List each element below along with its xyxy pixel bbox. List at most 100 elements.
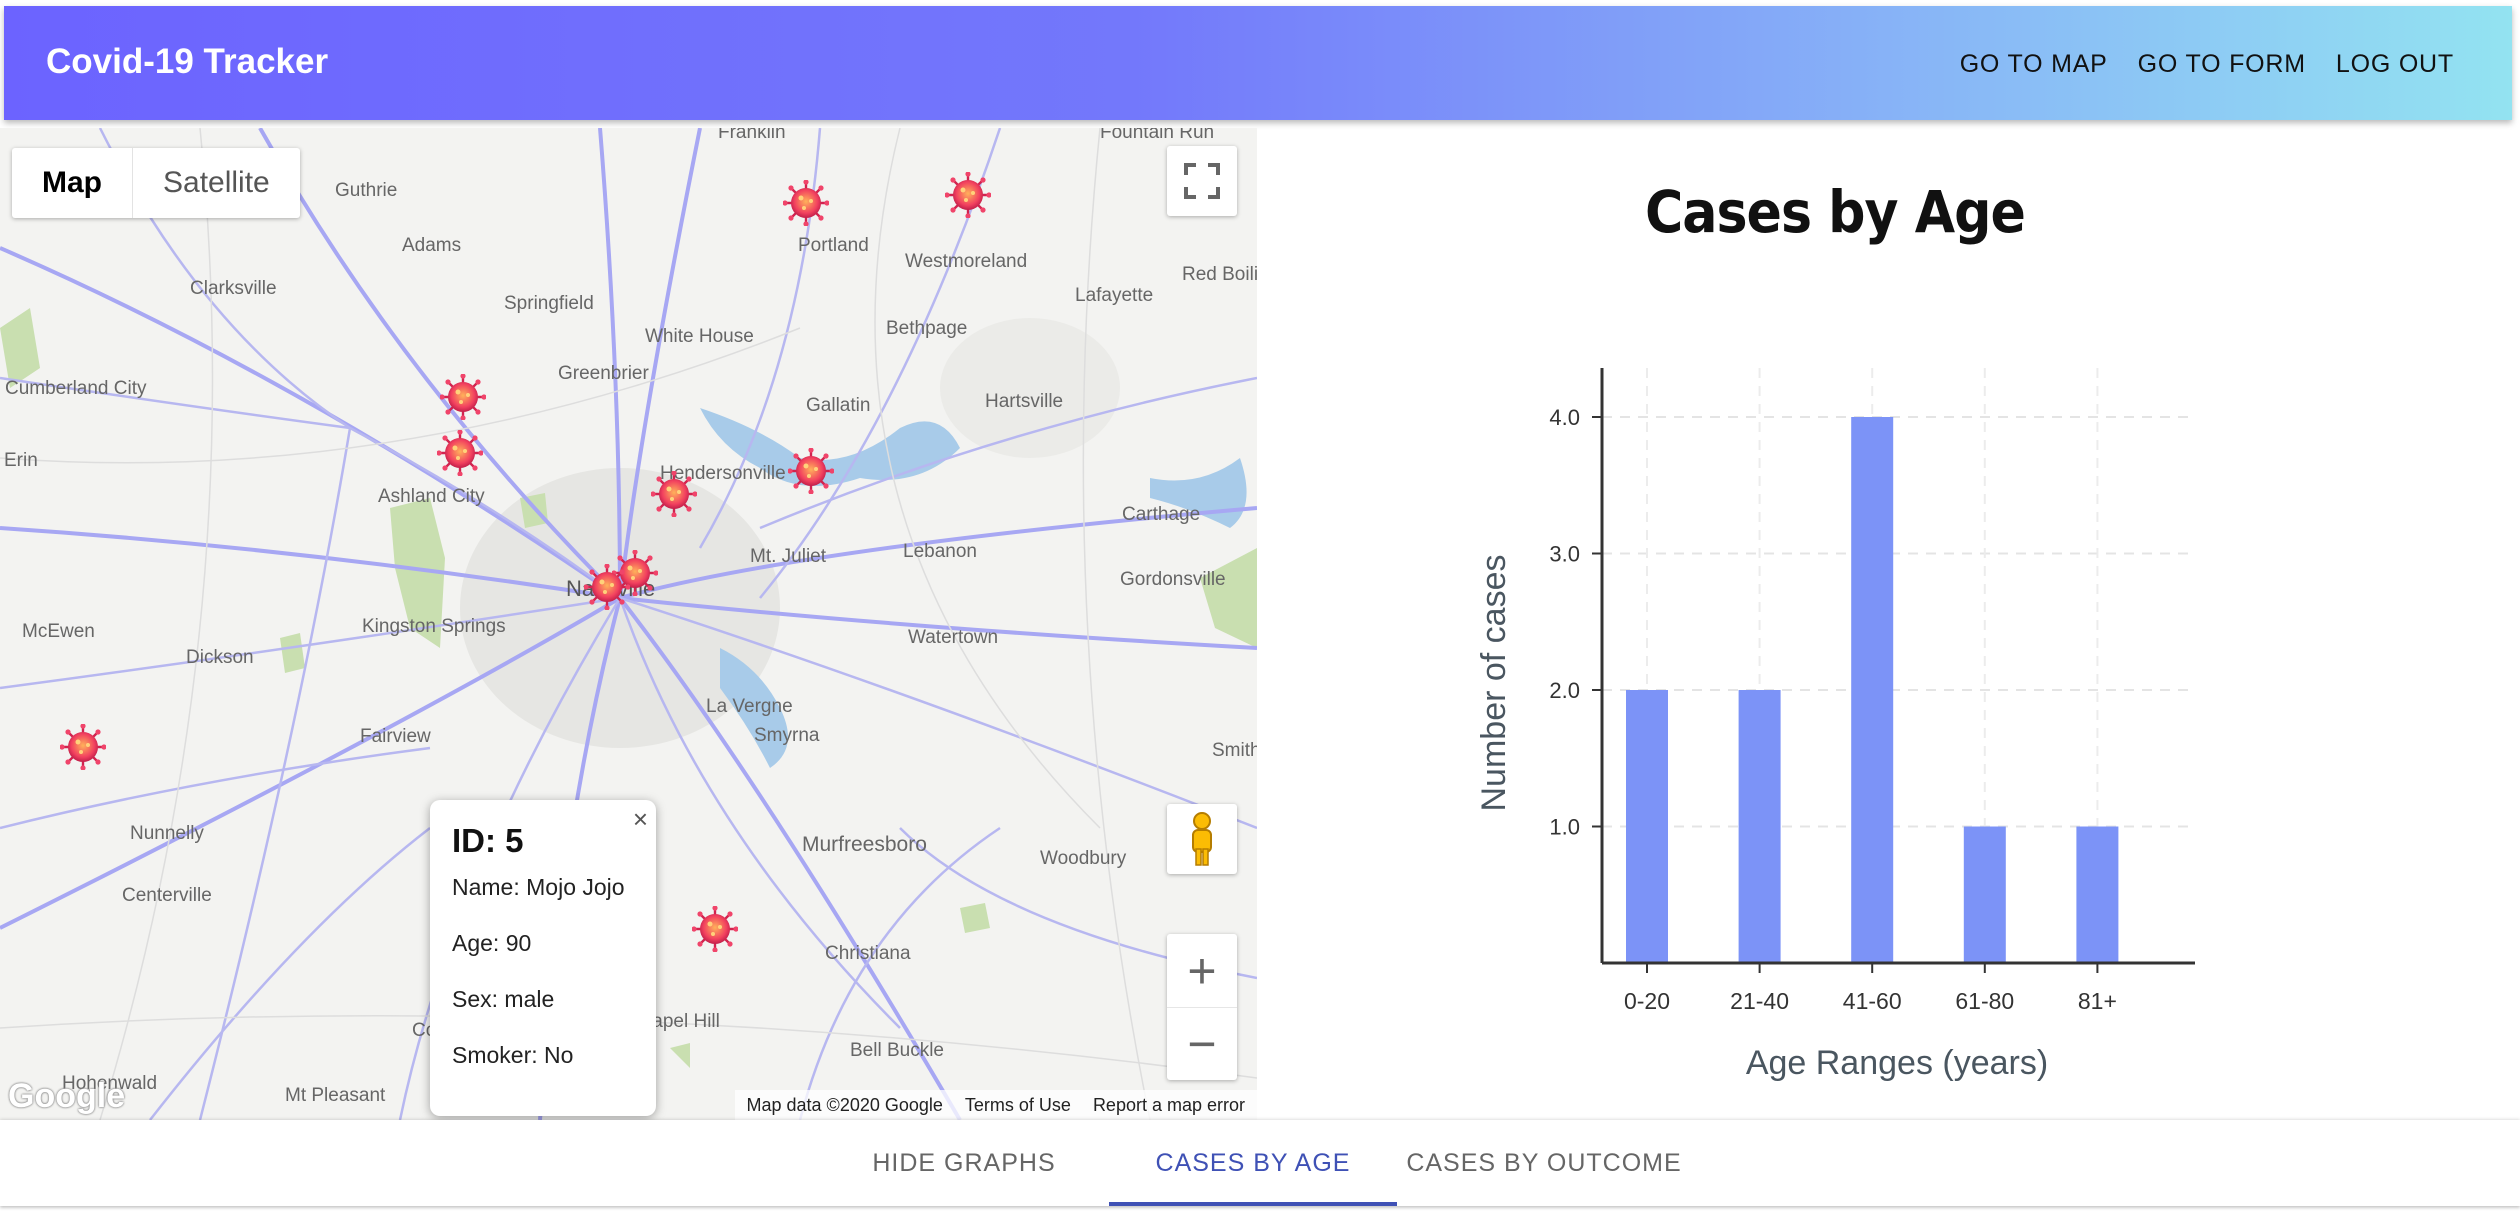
chart-title: Cases by Age bbox=[1645, 178, 2026, 246]
map-type-map-button[interactable]: Map bbox=[12, 148, 133, 218]
place-label: Woodbury bbox=[1040, 848, 1127, 869]
virus-marker[interactable] bbox=[60, 724, 106, 770]
tab-hide-graphs[interactable]: HIDE GRAPHS bbox=[850, 1120, 1078, 1206]
bar-0-20[interactable] bbox=[1626, 690, 1668, 963]
y-tick-label: 3.0 bbox=[1549, 542, 1580, 567]
x-tick-label: 81+ bbox=[2078, 988, 2117, 1014]
place-label: Kingston Springs bbox=[362, 616, 506, 637]
place-label: Christiana bbox=[825, 943, 911, 964]
y-tick-label: 1.0 bbox=[1549, 815, 1580, 840]
patient-id: ID: 5 bbox=[452, 822, 524, 859]
place-label: Erin bbox=[4, 450, 38, 471]
bar-41-60[interactable] bbox=[1851, 417, 1894, 963]
patient-age: Age: 90 bbox=[452, 930, 532, 956]
place-label: Nunnelly bbox=[130, 823, 204, 844]
virus-marker[interactable] bbox=[692, 906, 738, 952]
x-tick-label: 21-40 bbox=[1730, 988, 1789, 1014]
place-label: La Vergne bbox=[706, 696, 793, 717]
fullscreen-button[interactable] bbox=[1167, 146, 1237, 216]
y-ticks: 1.0 2.0 3.0 4.0 bbox=[1549, 405, 1602, 840]
go-to-form-button[interactable]: GO TO FORM bbox=[2138, 50, 2306, 79]
top-nav: GO TO MAP GO TO FORM LOG OUT bbox=[1960, 50, 2454, 79]
place-label: McEwen bbox=[22, 621, 95, 642]
place-label: Westmoreland bbox=[905, 251, 1028, 272]
bar-21-40[interactable] bbox=[1738, 690, 1781, 963]
patient-name: Name: Mojo Jojo bbox=[452, 874, 625, 900]
marker-info-window: × ID: 5 Name: Mojo Jojo Age: 90 Sex: mal… bbox=[430, 800, 656, 1116]
virus-marker[interactable] bbox=[584, 564, 630, 610]
place-label: Adams bbox=[402, 235, 462, 256]
bar-61-80[interactable] bbox=[1963, 826, 2006, 964]
place-label: Gordonsville bbox=[1120, 569, 1226, 590]
place-label: Cumberland City bbox=[5, 378, 147, 399]
y-tick-label: 4.0 bbox=[1549, 405, 1580, 430]
place-label: Mt. Juliet bbox=[750, 546, 827, 567]
virus-marker[interactable] bbox=[651, 471, 697, 517]
place-label: Gallatin bbox=[806, 395, 871, 416]
active-tab-indicator bbox=[1109, 1202, 1397, 1206]
map-type-satellite-button[interactable]: Satellite bbox=[133, 148, 300, 218]
report-map-error-link[interactable]: Report a map error bbox=[1093, 1095, 1245, 1116]
log-out-button[interactable]: LOG OUT bbox=[2336, 50, 2454, 79]
map-view[interactable]: Franklin Fountain Run Guthrie Portland W… bbox=[0, 128, 1257, 1120]
virus-marker[interactable] bbox=[783, 180, 829, 226]
terms-of-use-link[interactable]: Terms of Use bbox=[965, 1095, 1071, 1116]
cases-by-age-chart: 1.0 2.0 3.0 4.0 0-20 21-40 41-60 61-80 81+ Numb… bbox=[1475, 368, 2195, 1082]
go-to-map-button[interactable]: GO TO MAP bbox=[1960, 50, 2108, 79]
zoom-in-button[interactable]: + bbox=[1167, 935, 1237, 1008]
map-data-credit: Map data ©2020 Google bbox=[746, 1094, 943, 1115]
patient-sex: Sex: male bbox=[452, 986, 555, 1012]
place-label: Franklin bbox=[718, 128, 786, 143]
place-label: Clarksville bbox=[190, 278, 277, 299]
place-label: Carthage bbox=[1122, 504, 1201, 525]
place-label: Lebanon bbox=[903, 541, 977, 562]
bar-81+[interactable] bbox=[2076, 826, 2119, 964]
place-label: Hartsville bbox=[985, 391, 1064, 412]
place-label: Smyrna bbox=[754, 725, 820, 746]
place-label: Mt Pleasant bbox=[285, 1085, 386, 1106]
virus-marker[interactable] bbox=[945, 172, 991, 218]
place-label: Springfield bbox=[504, 293, 594, 314]
place-label: Fountain Run bbox=[1100, 128, 1215, 143]
place-label: Red Boiling Springs bbox=[1182, 264, 1257, 285]
place-label: Portland bbox=[798, 235, 869, 256]
place-label: Fairview bbox=[360, 726, 431, 747]
x-ticks: 0-20 21-40 41-60 61-80 81+ bbox=[1624, 963, 2117, 1014]
x-axis-label: Age Ranges (years) bbox=[1746, 1044, 2048, 1082]
pegman-icon bbox=[1192, 812, 1212, 866]
place-label: Watertown bbox=[908, 627, 999, 648]
virus-marker[interactable] bbox=[437, 430, 483, 476]
place-label: Lafayette bbox=[1075, 285, 1154, 306]
map-type-control: Map Satellite bbox=[12, 148, 300, 218]
zoom-out-button[interactable]: − bbox=[1167, 1008, 1237, 1080]
place-label: Murfreesboro bbox=[802, 833, 927, 856]
fullscreen-icon bbox=[1184, 163, 1220, 199]
place-label: Bell Buckle bbox=[850, 1040, 944, 1061]
graph-tabs: HIDE GRAPHS CASES BY AGE CASES BY OUTCOM… bbox=[0, 1120, 2520, 1206]
zoom-control: + − bbox=[1167, 934, 1237, 1080]
place-label: Centerville bbox=[122, 885, 212, 906]
patient-smoker: Smoker: No bbox=[452, 1042, 574, 1068]
x-tick-label: 61-80 bbox=[1955, 988, 2014, 1014]
place-label: Dickson bbox=[186, 647, 254, 668]
virus-marker[interactable] bbox=[788, 448, 834, 494]
y-tick-label: 2.0 bbox=[1549, 678, 1580, 703]
map-attribution: Map data ©2020 Google Terms of Use Repor… bbox=[734, 1090, 1257, 1120]
info-window-close-button[interactable]: × bbox=[633, 804, 648, 835]
place-label: Smith bbox=[1212, 740, 1257, 761]
street-view-button[interactable] bbox=[1167, 804, 1237, 874]
place-label: Guthrie bbox=[335, 180, 398, 201]
app-bar: Covid-19 Tracker GO TO MAP GO TO FORM LO… bbox=[4, 6, 2512, 120]
x-tick-label: 0-20 bbox=[1624, 988, 1670, 1014]
virus-marker[interactable] bbox=[440, 374, 486, 420]
place-label: Bethpage bbox=[886, 318, 968, 339]
y-axis-label: Number of cases bbox=[1475, 555, 1513, 812]
x-tick-label: 41-60 bbox=[1843, 988, 1902, 1014]
app-title: Covid-19 Tracker bbox=[46, 42, 329, 81]
place-label: Ashland City bbox=[378, 486, 485, 507]
tab-label: CASES BY AGE bbox=[1155, 1148, 1351, 1177]
tab-cases-by-age[interactable]: CASES BY AGE bbox=[1109, 1120, 1397, 1206]
google-logo: Google bbox=[8, 1077, 126, 1115]
place-label: White House bbox=[645, 326, 754, 347]
tab-cases-by-outcome[interactable]: CASES BY OUTCOME bbox=[1397, 1120, 1691, 1206]
